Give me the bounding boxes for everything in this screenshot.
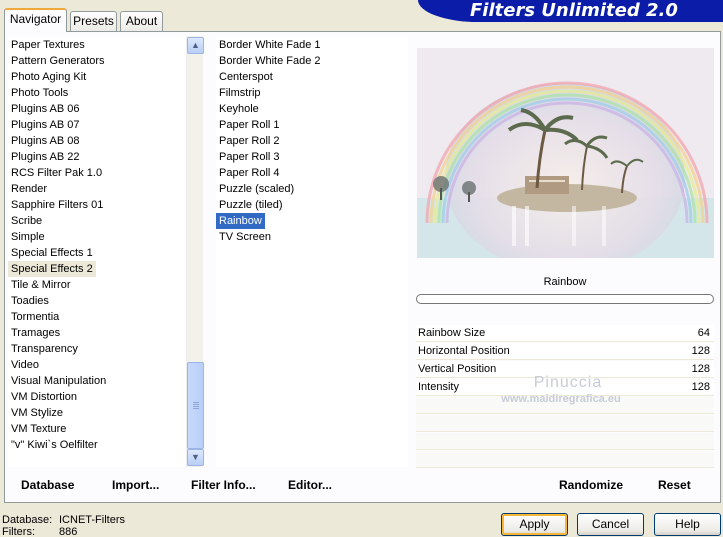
param-row[interactable]: Horizontal Position 128 <box>416 343 714 360</box>
filter-item[interactable]: Paper Roll 3 <box>216 149 283 165</box>
category-item[interactable]: Visual Manipulation <box>8 373 109 389</box>
param-value[interactable]: 128 <box>692 380 710 395</box>
category-item[interactable]: Tramages <box>8 325 63 341</box>
filter-list[interactable]: Border White Fade 1 Border White Fade 2 Ce… <box>216 36 408 467</box>
category-item[interactable]: Sapphire Filters 01 <box>8 197 106 213</box>
database-button[interactable]: Database <box>21 477 74 493</box>
tab-about[interactable]: About <box>120 11 163 31</box>
category-item[interactable]: Plugins AB 22 <box>8 149 83 165</box>
param-label: Intensity <box>418 381 459 393</box>
watermark-url: www.maidiregrafica.eu <box>501 393 621 405</box>
reset-button[interactable]: Reset <box>658 477 691 493</box>
filter-item[interactable]: Puzzle (scaled) <box>216 181 297 197</box>
app-title: Filters Unlimited 2.0 <box>470 0 678 21</box>
category-item[interactable]: Scribe <box>8 213 45 229</box>
category-item[interactable]: VM Stylize <box>8 405 66 421</box>
category-item[interactable]: RCS Filter Pak 1.0 <box>8 165 105 181</box>
category-item[interactable]: Tile & Mirror <box>8 277 73 293</box>
param-value[interactable]: 128 <box>692 362 710 377</box>
category-item[interactable]: VM Distortion <box>8 389 80 405</box>
param-label: Vertical Position <box>418 363 497 375</box>
category-item[interactable]: Plugins AB 06 <box>8 101 83 117</box>
category-item[interactable]: Special Effects 2 <box>8 261 96 277</box>
category-item[interactable]: Video <box>8 357 42 373</box>
category-item[interactable]: Plugins AB 08 <box>8 133 83 149</box>
filter-item[interactable]: Rainbow <box>216 213 265 229</box>
category-item[interactable]: Toadies <box>8 293 52 309</box>
scroll-up-button[interactable]: ▲ <box>187 37 204 54</box>
import-button[interactable]: Import... <box>112 477 159 493</box>
category-item[interactable]: Plugins AB 07 <box>8 117 83 133</box>
cancel-button[interactable]: Cancel <box>577 513 644 536</box>
filter-name-label: Rainbow <box>543 276 587 288</box>
scroll-down-button[interactable]: ▼ <box>187 449 204 466</box>
help-button[interactable]: Help <box>654 513 721 536</box>
scroll-thumb[interactable] <box>187 362 204 449</box>
category-item[interactable]: Pattern Generators <box>8 53 108 69</box>
preview-image <box>417 48 714 258</box>
status-database-value: ICNET-Filters <box>59 514 125 526</box>
status-filters-value: 886 <box>59 526 78 537</box>
editor-button[interactable]: Editor... <box>288 477 332 493</box>
param-label: Rainbow Size <box>418 327 486 339</box>
filter-item[interactable]: Border White Fade 1 <box>216 37 324 53</box>
tab-navigator[interactable]: Navigator <box>4 8 67 32</box>
category-scrollbar[interactable]: ▲ ▼ <box>186 36 204 467</box>
progress-bar <box>416 294 714 304</box>
filter-item[interactable]: Paper Roll 4 <box>216 165 283 181</box>
filter-item[interactable]: Keyhole <box>216 101 262 117</box>
filter-item[interactable]: Filmstrip <box>216 85 264 101</box>
category-item[interactable]: Simple <box>8 229 48 245</box>
filter-item[interactable]: Paper Roll 2 <box>216 133 283 149</box>
param-row-empty <box>416 415 714 432</box>
param-row[interactable]: Rainbow Size 64 <box>416 325 714 342</box>
chevron-up-icon: ▲ <box>191 40 200 50</box>
tab-presets[interactable]: Presets <box>70 11 117 31</box>
filter-item[interactable]: Centerspot <box>216 69 276 85</box>
param-row-empty <box>416 433 714 450</box>
category-item[interactable]: Tormentia <box>8 309 62 325</box>
chevron-down-icon: ▼ <box>191 452 200 462</box>
filter-item[interactable]: Puzzle (tiled) <box>216 197 286 213</box>
filter-item[interactable]: TV Screen <box>216 229 274 245</box>
param-value[interactable]: 64 <box>698 326 710 341</box>
category-list[interactable]: Paper Textures Pattern Generators Photo Ag… <box>8 36 186 467</box>
filter-info-button[interactable]: Filter Info... <box>191 477 256 493</box>
param-row-empty <box>416 451 714 468</box>
filter-item[interactable]: Paper Roll 1 <box>216 117 283 133</box>
randomize-button[interactable]: Randomize <box>559 477 623 493</box>
watermark-name: Pinuccia <box>533 374 603 391</box>
param-value[interactable]: 128 <box>692 344 710 359</box>
category-item[interactable]: Photo Tools <box>8 85 71 101</box>
category-item[interactable]: Render <box>8 181 50 197</box>
category-item[interactable]: Special Effects 1 <box>8 245 96 261</box>
category-item[interactable]: VM Texture <box>8 421 69 437</box>
param-label: Horizontal Position <box>418 345 510 357</box>
filter-item[interactable]: Border White Fade 2 <box>216 53 324 69</box>
category-item[interactable]: Transparency <box>8 341 81 357</box>
apply-button[interactable]: Apply <box>501 513 568 536</box>
category-item[interactable]: "v" Kiwi`s Oelfilter <box>8 437 101 453</box>
category-item[interactable]: Photo Aging Kit <box>8 69 89 85</box>
category-item[interactable]: Paper Textures <box>8 37 88 53</box>
status-database-label: Database: <box>2 514 53 526</box>
status-filters-label: Filters: <box>2 526 35 537</box>
